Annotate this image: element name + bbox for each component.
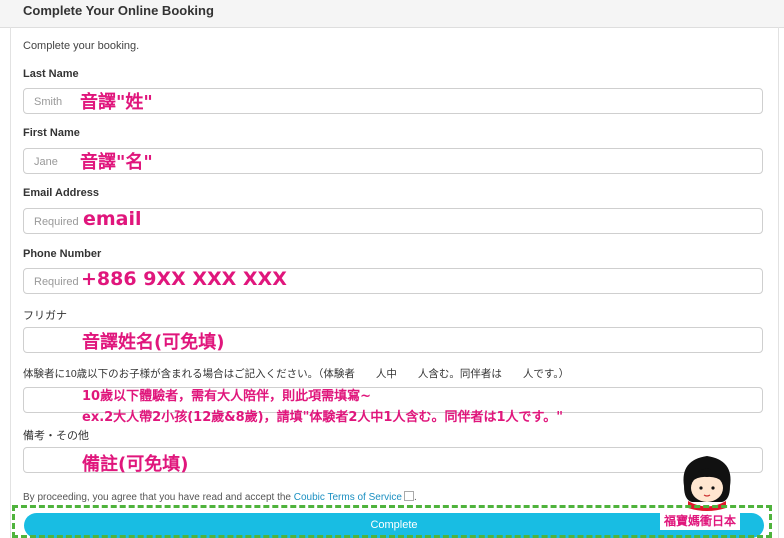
panel-border — [778, 27, 779, 538]
header-bar: Complete Your Online Booking — [0, 0, 784, 28]
first-name-label: First Name — [23, 127, 80, 139]
participants-annotation-line1: 10歲以下體驗者，需有大人陪伴，則此項需填寫~ — [82, 389, 371, 404]
page-title: Complete Your Online Booking — [23, 3, 214, 18]
email-annotation: email — [83, 208, 142, 230]
brand-watermark: 福寶媽衝日本 — [660, 513, 741, 530]
phone-placeholder: Required — [34, 276, 79, 288]
first-name-annotation: 音譯"名" — [80, 152, 153, 173]
email-placeholder: Required — [34, 216, 79, 228]
highlight-dashed-box — [12, 505, 772, 538]
terms-suffix: . — [413, 492, 417, 503]
first-name-placeholder: Jane — [34, 156, 58, 168]
phone-label: Phone Number — [23, 248, 102, 260]
phone-annotation: +886 9XX XXX XXX — [81, 268, 287, 290]
intro-text: Complete your booking. — [23, 40, 140, 52]
last-name-label: Last Name — [23, 68, 79, 80]
furigana-label: フリガナ — [23, 310, 67, 322]
furigana-annotation: 音譯姓名(可免填) — [82, 332, 225, 353]
panel-border — [10, 27, 11, 538]
terms-link[interactable]: Coubic Terms of Service — [294, 492, 402, 503]
email-label: Email Address — [23, 187, 100, 199]
last-name-annotation: 音譯"姓" — [80, 92, 153, 113]
notes-annotation: 備註(可免填) — [82, 454, 189, 475]
participants-label: 体験者に10歳以下のお子様が含まれる場合はご記入ください。（体験者 人中 人含む… — [23, 368, 570, 380]
terms-prefix: By proceeding, you agree that you have r… — [23, 492, 294, 503]
terms-text: By proceeding, you agree that you have r… — [23, 491, 417, 503]
notes-label: 備考・その他 — [23, 430, 89, 442]
girl-mascot-icon — [683, 456, 731, 511]
external-link-icon — [403, 491, 414, 501]
last-name-placeholder: Smith — [34, 96, 63, 108]
participants-annotation-line2: ex.2大人帶2小孩(12歲&8歲)，請填"体験者2人中1人含む。同伴者は1人で… — [82, 410, 563, 425]
